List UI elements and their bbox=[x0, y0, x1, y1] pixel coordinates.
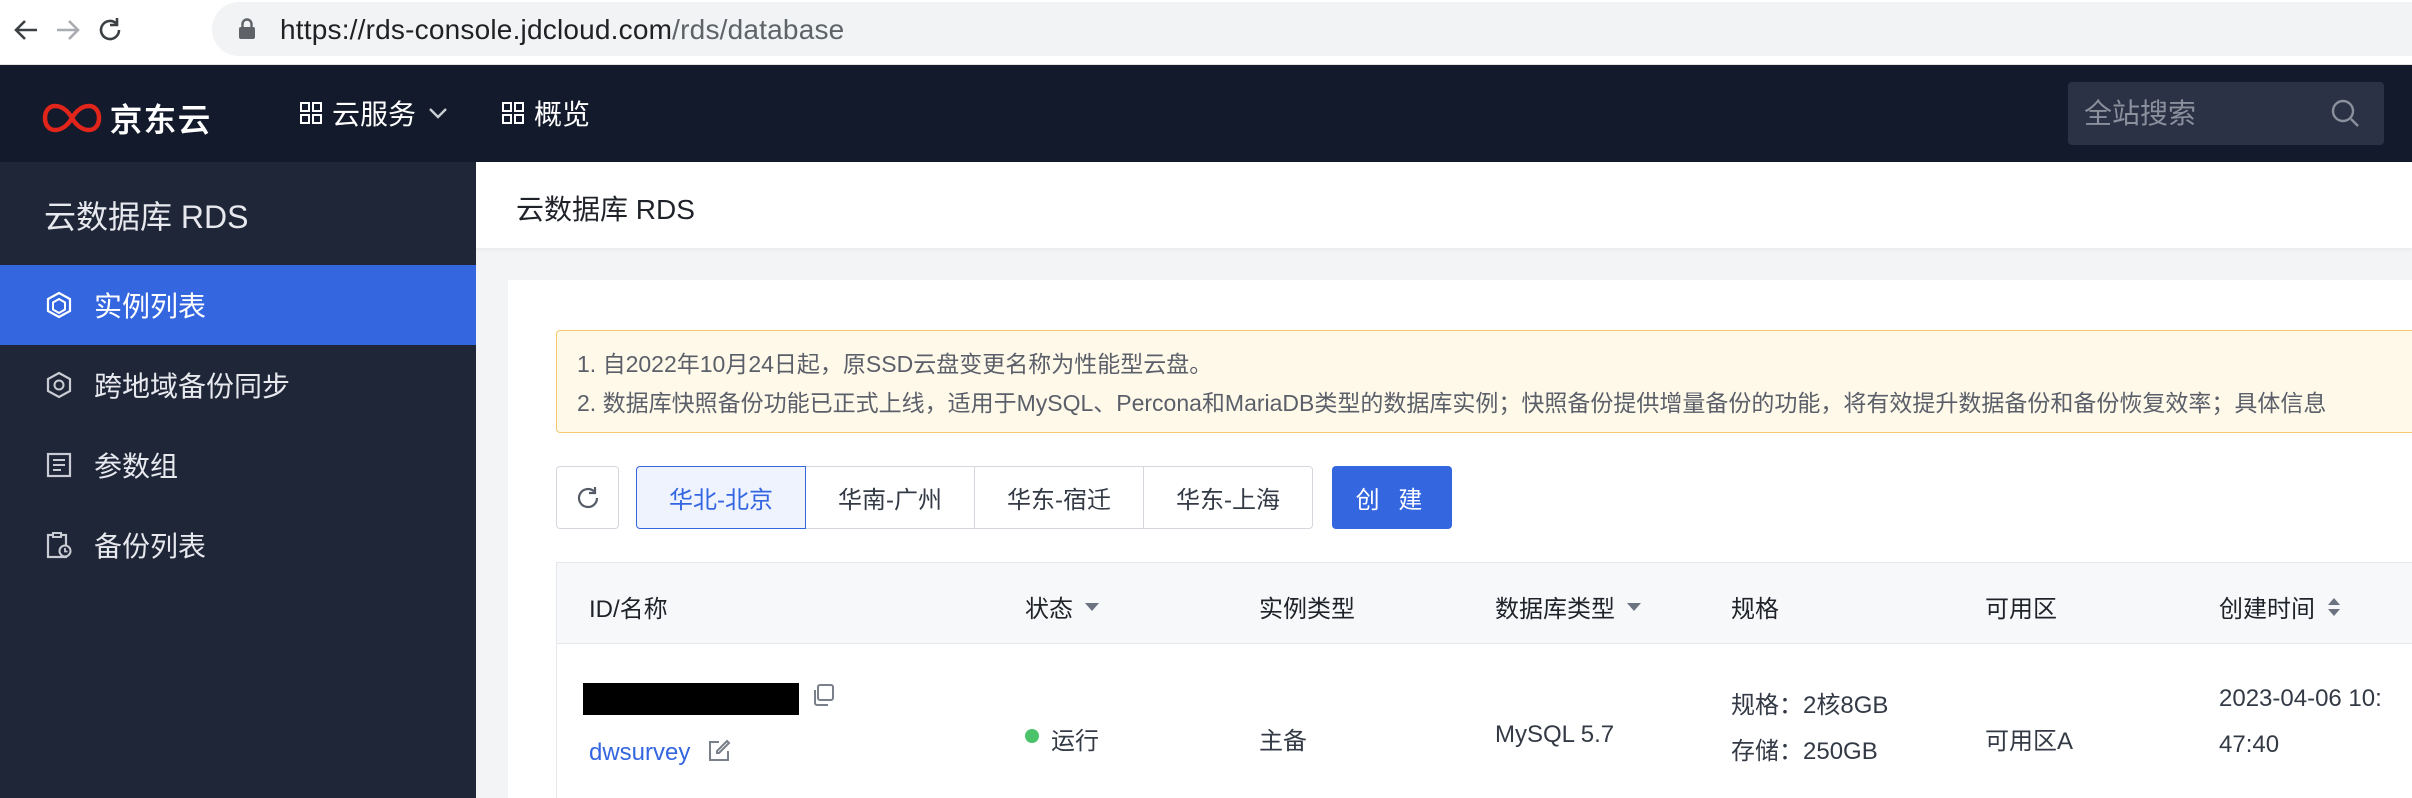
filter-caret-icon bbox=[1627, 602, 1641, 611]
tab-region-beijing[interactable]: 华北-北京 bbox=[636, 466, 806, 529]
create-button[interactable]: 创 建 bbox=[1332, 466, 1452, 529]
filter-caret-icon bbox=[1085, 602, 1099, 611]
sidebar: 云数据库 RDS 实例列表 跨地域备份同步 参数组 备份列表 bbox=[0, 162, 476, 798]
notice-line: 2. 数据库快照备份功能已正式上线，适用于MySQL、Percona和Maria… bbox=[577, 390, 2327, 416]
overview-menu[interactable]: 概览 bbox=[502, 93, 590, 133]
db-type: MySQL 5.7 bbox=[1495, 721, 1615, 748]
table-header: ID/名称 状态 实例类型 数据库类型 规格 可用区 创建时间 bbox=[557, 563, 2412, 644]
refresh-button[interactable] bbox=[556, 466, 619, 529]
notice-line: 1. 自2022年10月24日起，原SSD云盘变更名称为性能型云盘。 bbox=[577, 351, 1213, 377]
search-input[interactable] bbox=[2068, 82, 2318, 145]
copy-icon[interactable] bbox=[811, 683, 835, 707]
availability-zone: 可用区A bbox=[1985, 728, 2074, 755]
page-header: 云数据库 RDS bbox=[476, 162, 2412, 248]
instance-type: 主备 bbox=[1259, 728, 1307, 755]
tab-region-suqian[interactable]: 华东-宿迁 bbox=[974, 466, 1144, 529]
top-navigation: 京东云 云服务 概览 bbox=[0, 65, 2412, 162]
back-button[interactable] bbox=[4, 8, 48, 52]
column-header-zone: 可用区 bbox=[1985, 596, 2057, 623]
sidebar-item-label: 实例列表 bbox=[94, 291, 207, 322]
document-list-icon bbox=[44, 450, 74, 480]
instance-name-link[interactable]: dwsurvey bbox=[589, 739, 690, 767]
global-search bbox=[2068, 82, 2384, 145]
sidebar-item-label: 参数组 bbox=[94, 451, 179, 482]
created-time-clock: 47:40 bbox=[2219, 731, 2280, 758]
sidebar-item-label: 跨地域备份同步 bbox=[94, 371, 291, 402]
jdcloud-logo-icon bbox=[42, 103, 102, 133]
column-header-instance-type: 实例类型 bbox=[1259, 596, 1355, 623]
column-header-spec: 规格 bbox=[1731, 596, 1779, 623]
grid-icon bbox=[300, 102, 322, 124]
arrow-right-icon bbox=[57, 20, 80, 40]
search-icon bbox=[2331, 99, 2359, 127]
reload-icon bbox=[99, 18, 121, 41]
cube-icon bbox=[44, 290, 74, 320]
sort-icon bbox=[2328, 597, 2340, 616]
sidebar-title: 云数据库 RDS bbox=[44, 199, 249, 235]
edit-icon[interactable] bbox=[707, 739, 731, 763]
column-header-created[interactable]: 创建时间 bbox=[2219, 589, 2341, 624]
tab-region-shanghai[interactable]: 华东-上海 bbox=[1143, 466, 1313, 529]
reload-button[interactable] bbox=[88, 8, 132, 52]
cloud-services-menu[interactable]: 云服务 bbox=[300, 93, 448, 133]
sidebar-item-instances[interactable]: 实例列表 bbox=[0, 265, 476, 345]
refresh-icon bbox=[577, 486, 598, 508]
status-running-dot bbox=[1025, 729, 1039, 743]
grid-icon bbox=[502, 102, 524, 124]
tab-region-guangzhou[interactable]: 华南-广州 bbox=[805, 466, 975, 529]
cloud-services-label: 云服务 bbox=[332, 99, 417, 130]
notice-banner: 1. 自2022年10月24日起，原SSD云盘变更名称为性能型云盘。 2. 数据… bbox=[556, 330, 2412, 433]
content-panel: 1. 自2022年10月24日起，原SSD云盘变更名称为性能型云盘。 2. 数据… bbox=[508, 280, 2412, 798]
browser-toolbar: https://rds-console.jdcloud.com/rds/data… bbox=[0, 0, 2412, 65]
url-text: https://rds-console.jdcloud.com/rds/data… bbox=[280, 14, 845, 45]
column-header-status[interactable]: 状态 bbox=[1025, 589, 1099, 624]
spec-compute: 规格：2核8GB bbox=[1731, 692, 1889, 719]
redacted-instance-id bbox=[583, 683, 799, 715]
instance-status: 运行 bbox=[1051, 728, 1099, 755]
forward-button[interactable] bbox=[46, 8, 90, 52]
column-header-db-type[interactable]: 数据库类型 bbox=[1495, 589, 1641, 624]
created-time-date: 2023-04-06 10: bbox=[2219, 685, 2382, 712]
arrow-left-icon bbox=[14, 20, 37, 40]
region-tabs: 华北-北京 华南-广州 华东-宿迁 华东-上海 bbox=[636, 466, 1313, 529]
clipboard-clock-icon bbox=[44, 530, 74, 560]
column-header-id-name: ID/名称 bbox=[589, 596, 668, 623]
sidebar-item-label: 备份列表 bbox=[94, 531, 207, 562]
spec-storage: 存储：250GB bbox=[1731, 738, 1878, 765]
lock-icon bbox=[239, 18, 255, 39]
logo-text: 京东云 bbox=[110, 102, 213, 138]
overview-label: 概览 bbox=[534, 99, 591, 130]
instance-table: ID/名称 状态 实例类型 数据库类型 规格 可用区 创建时间 dwsurvey bbox=[556, 562, 2412, 798]
sidebar-item-backups[interactable]: 备份列表 bbox=[0, 505, 476, 585]
jdcloud-logo[interactable]: 京东云 bbox=[42, 95, 212, 141]
chevron-down-icon bbox=[429, 108, 447, 119]
page-title: 云数据库 RDS bbox=[516, 194, 695, 225]
sidebar-item-cross-region-backup[interactable]: 跨地域备份同步 bbox=[0, 345, 476, 425]
hexagon-sync-icon bbox=[44, 370, 74, 400]
sidebar-item-parameter-groups[interactable]: 参数组 bbox=[0, 425, 476, 505]
address-bar[interactable]: https://rds-console.jdcloud.com/rds/data… bbox=[212, 2, 2412, 56]
